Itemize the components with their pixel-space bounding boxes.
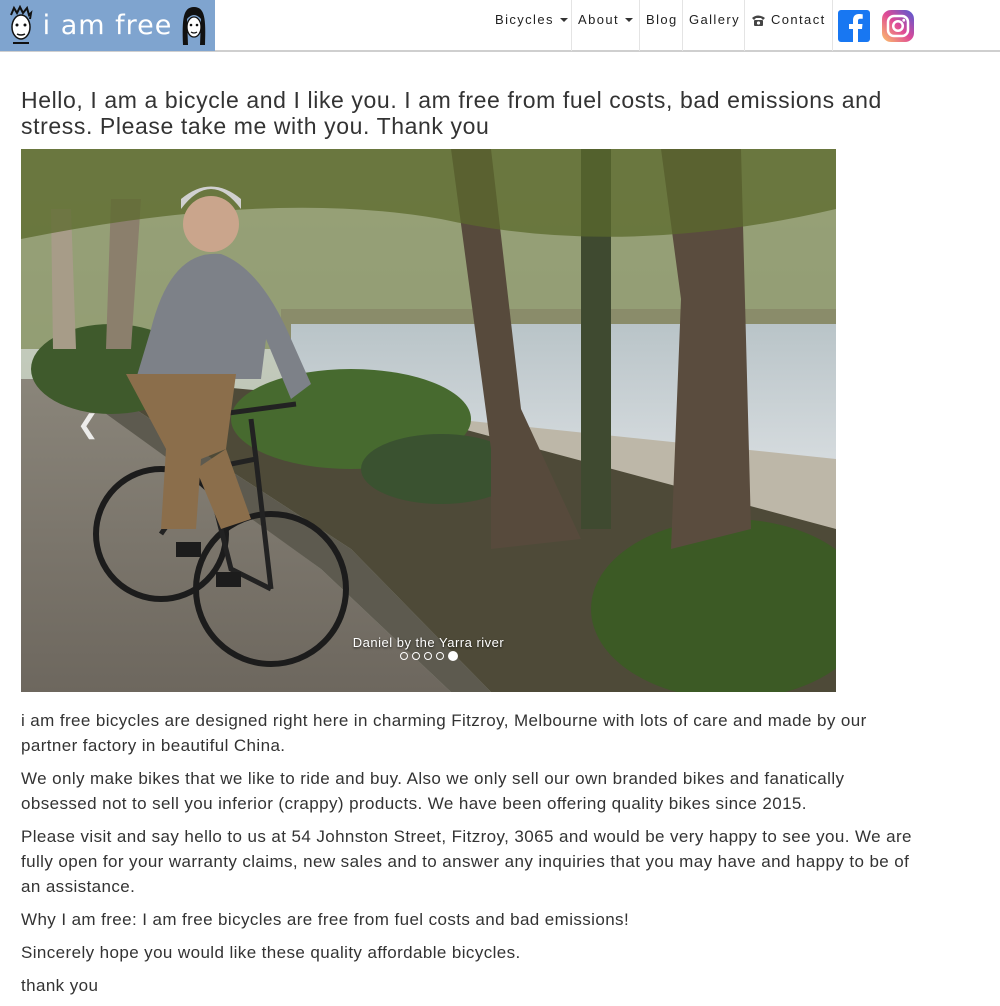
site-logo[interactable]: i am free [0,0,215,51]
facebook-icon[interactable] [838,9,870,42]
nav-item-blog[interactable]: Blog [640,0,683,51]
instagram-icon[interactable] [882,9,914,42]
nav-label: Contact [771,12,826,27]
carousel-photo [21,149,836,692]
logo-text: i am free [42,10,173,41]
paragraph: Sincerely hope you would like these qual… [21,943,521,962]
nav-label: Blog [646,12,678,27]
carousel-prev-icon[interactable]: ❮ [77,409,99,440]
boy-face-icon [9,4,33,44]
paragraph: thank you [21,976,99,995]
carousel-indicator[interactable] [435,652,444,660]
nav-label: Bicycles [495,12,554,27]
intro-text: i am free bicycles are designed right he… [21,708,921,1006]
girl-face-icon [183,6,206,45]
carousel-indicator[interactable] [411,652,420,660]
nav-label: Gallery [689,12,740,27]
paragraph: Please visit and say hello to us at 54 J… [21,827,912,896]
chevron-down-icon [624,18,633,22]
top-navbar: i am free Bicycles About Blog Gallery Co… [0,0,1000,52]
carousel-caption: Daniel by the Yarra river [352,635,505,650]
nav-item-gallery[interactable]: Gallery [683,0,745,51]
paragraph: Why I am free: I am free bicycles are fr… [21,910,630,929]
paragraph: We only make bikes that we like to ride … [21,769,845,813]
main-nav: Bicycles About Blog Gallery Contact [489,0,833,51]
carousel-indicators [21,651,836,661]
image-carousel: ❮ ❯ Daniel by the Yarra river [21,149,836,692]
nav-label: About [578,12,619,27]
telephone-icon [752,15,765,26]
page-title: Hello, I am a bicycle and I like you. I … [21,87,882,139]
nav-item-bicycles[interactable]: Bicycles [489,0,572,51]
paragraph: i am free bicycles are designed right he… [21,711,867,755]
nav-item-contact[interactable]: Contact [745,0,833,51]
chevron-down-icon [559,18,568,22]
nav-item-about[interactable]: About [572,0,640,51]
carousel-indicator[interactable] [423,652,432,660]
social-links [838,0,914,51]
carousel-indicator[interactable] [399,652,408,660]
carousel-indicator-active[interactable] [447,651,458,661]
